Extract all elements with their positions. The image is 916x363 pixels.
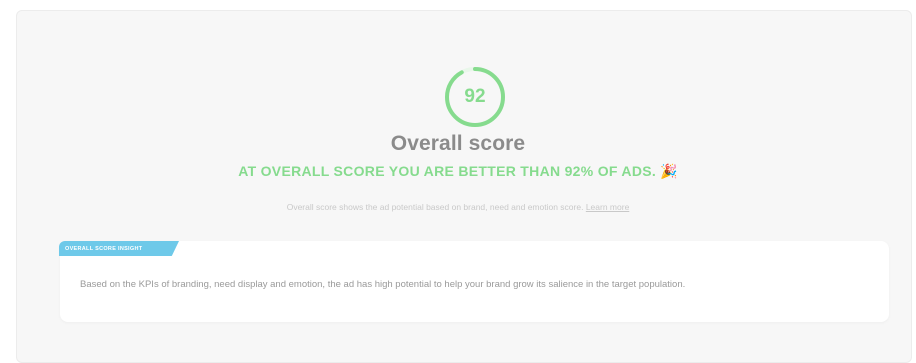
learn-more-link[interactable]: Learn more [586, 202, 629, 212]
score-headline: AT OVERALL SCORE YOU ARE BETTER THAN 92%… [0, 163, 916, 180]
page-title: Overall score [390, 132, 526, 155]
score-description: Overall score shows the ad potential bas… [0, 202, 916, 212]
insight-badge: OVERALL SCORE INSIGHT [59, 241, 179, 256]
party-popper-icon: 🎉 [660, 163, 678, 179]
score-ring: 92 [443, 65, 507, 129]
score-description-text: Overall score shows the ad potential bas… [286, 202, 584, 212]
insight-text: Based on the KPIs of branding, need disp… [80, 279, 686, 290]
score-headline-text: AT OVERALL SCORE YOU ARE BETTER THAN 92%… [238, 163, 657, 179]
score-value: 92 [464, 86, 486, 107]
